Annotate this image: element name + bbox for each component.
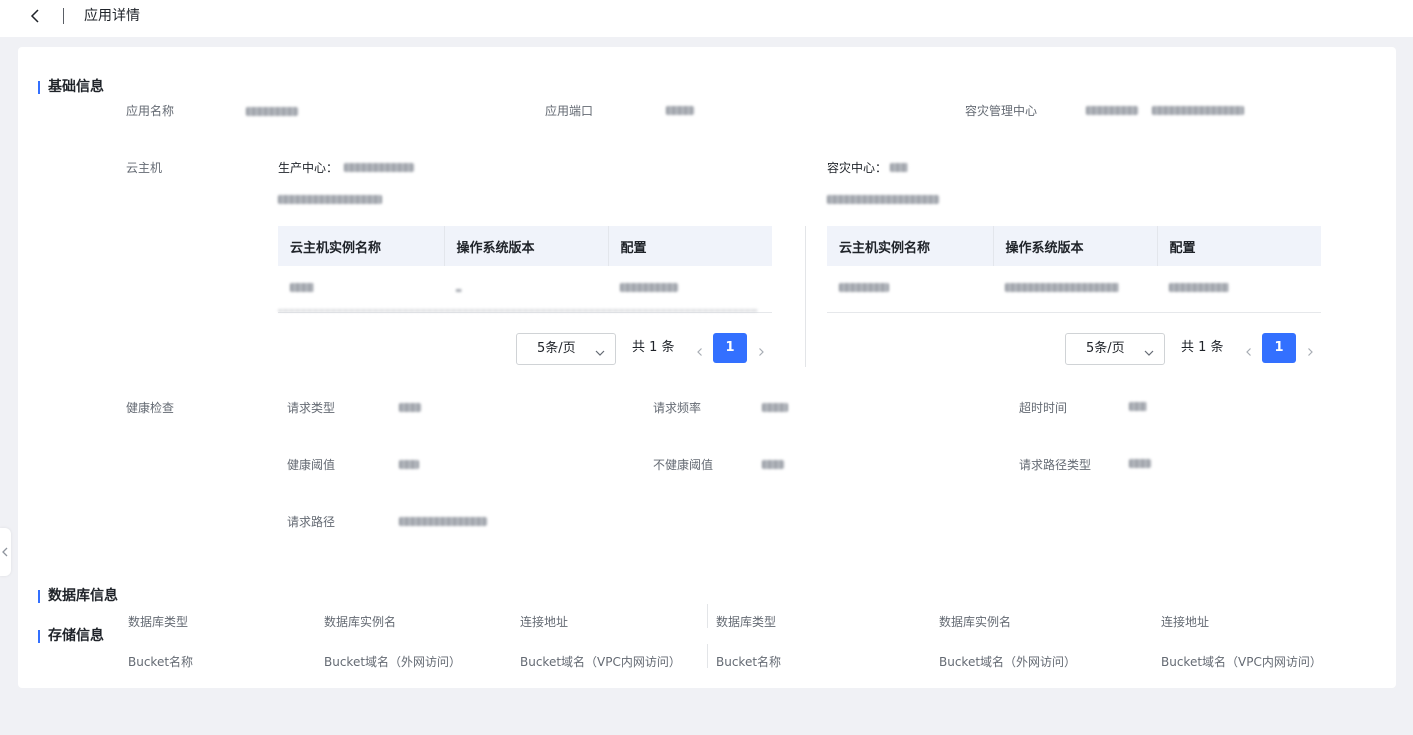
next-page-icon[interactable] <box>1304 343 1316 356</box>
app-port-label: 应用端口 <box>545 104 594 118</box>
timeout-value <box>1129 402 1147 411</box>
next-page-icon[interactable] <box>755 343 767 356</box>
db-address-label: 连接地址 <box>1161 615 1210 629</box>
storage-column-divider <box>707 644 708 668</box>
col-config: 配置 <box>608 226 772 266</box>
os-version-value <box>1005 283 1119 293</box>
prod-vm-table: 云主机实例名称 操作系统版本 配置 <box>278 226 772 313</box>
dr-center-vm-desc <box>827 195 939 204</box>
title-divider <box>63 8 64 24</box>
section-title-storage: 存储信息 <box>38 627 104 645</box>
dr-center-vm-label: 容灾中心： <box>827 161 888 175</box>
section-title-database: 数据库信息 <box>38 587 118 605</box>
app-port-value <box>666 106 694 115</box>
db-instance-label: 数据库实例名 <box>939 615 1012 629</box>
bucket-name-label: Bucket名称 <box>716 655 782 669</box>
bucket-name-label: Bucket名称 <box>128 655 194 669</box>
col-config: 配置 <box>1157 226 1321 266</box>
dr-vm-table: 云主机实例名称 操作系统版本 配置 <box>827 226 1321 313</box>
page-size-select[interactable]: 5条/页 <box>516 333 616 365</box>
dr-center-value-2 <box>1152 106 1244 115</box>
db-type-label: 数据库类型 <box>716 615 777 629</box>
unhealthy-threshold-value <box>762 460 784 469</box>
chevron-left-icon <box>2 547 8 557</box>
page-title: 应用详情 <box>84 8 140 24</box>
top-bar: 应用详情 <box>0 0 1413 37</box>
db-instance-label: 数据库实例名 <box>324 615 397 629</box>
os-version-value <box>456 289 462 293</box>
col-os-version: 操作系统版本 <box>993 226 1158 266</box>
db-address-label: 连接地址 <box>520 615 569 629</box>
page-size-select[interactable]: 5条/页 <box>1065 333 1165 365</box>
request-type-value <box>399 403 421 412</box>
prev-page-icon[interactable] <box>1243 343 1255 356</box>
bucket-vpc-domain-label: Bucket域名（VPC内网访问） <box>1161 655 1322 669</box>
db-column-divider <box>707 604 708 628</box>
prev-page-icon[interactable] <box>694 343 706 356</box>
page-number-button[interactable]: 1 <box>713 333 747 363</box>
path-type-value <box>1129 459 1151 468</box>
prod-center-value <box>344 163 414 172</box>
table-row <box>278 266 772 313</box>
config-value <box>620 283 678 293</box>
bucket-public-domain-label: Bucket域名（外网访问） <box>324 655 462 669</box>
table-row <box>827 266 1321 313</box>
dr-center-vm-value <box>890 163 908 172</box>
request-path-value <box>399 517 487 526</box>
healthy-threshold-label: 健康阈值 <box>287 458 336 472</box>
config-value <box>1169 283 1229 293</box>
vm-column-divider <box>805 226 806 367</box>
chevron-down-icon <box>1142 342 1156 356</box>
db-type-label: 数据库类型 <box>128 615 189 629</box>
unhealthy-threshold-label: 不健康阈值 <box>653 458 714 472</box>
back-icon[interactable] <box>26 6 46 26</box>
chevron-down-icon <box>593 342 607 356</box>
health-check-label: 健康检查 <box>126 401 175 415</box>
app-name-label: 应用名称 <box>126 104 175 118</box>
pager-total: 共 1 条 <box>632 340 675 355</box>
request-freq-label: 请求频率 <box>653 401 702 415</box>
dr-center-label: 容灾管理中心 <box>965 104 1038 118</box>
sidebar-collapse-handle[interactable] <box>0 528 11 576</box>
prod-center-desc <box>278 195 382 204</box>
timeout-label: 超时时间 <box>1019 401 1068 415</box>
path-type-label: 请求路径类型 <box>1019 458 1092 472</box>
healthy-threshold-value <box>399 460 419 469</box>
bucket-public-domain-label: Bucket域名（外网访问） <box>939 655 1077 669</box>
prod-center-label: 生产中心： <box>278 161 339 175</box>
app-name-value <box>246 107 298 116</box>
pager-total: 共 1 条 <box>1181 340 1224 355</box>
col-os-version: 操作系统版本 <box>444 226 609 266</box>
bucket-vpc-domain-label: Bucket域名（VPC内网访问） <box>520 655 681 669</box>
vm-label: 云主机 <box>126 161 163 175</box>
col-vm-name: 云主机实例名称 <box>278 226 445 266</box>
detail-card: 基础信息 应用名称 应用端口 容灾管理中心 云主机 生产中心： 容灾中心： 云主… <box>18 47 1396 688</box>
vm-name-value <box>839 283 889 293</box>
dr-center-value-1 <box>1086 106 1138 115</box>
table-scrollbar[interactable] <box>278 309 758 312</box>
request-path-label: 请求路径 <box>287 515 336 529</box>
page-number-button[interactable]: 1 <box>1262 333 1296 363</box>
col-vm-name: 云主机实例名称 <box>827 226 994 266</box>
vm-name-value <box>290 283 314 293</box>
section-title-basic: 基础信息 <box>38 78 104 96</box>
request-type-label: 请求类型 <box>287 401 336 415</box>
request-freq-value <box>762 403 788 412</box>
